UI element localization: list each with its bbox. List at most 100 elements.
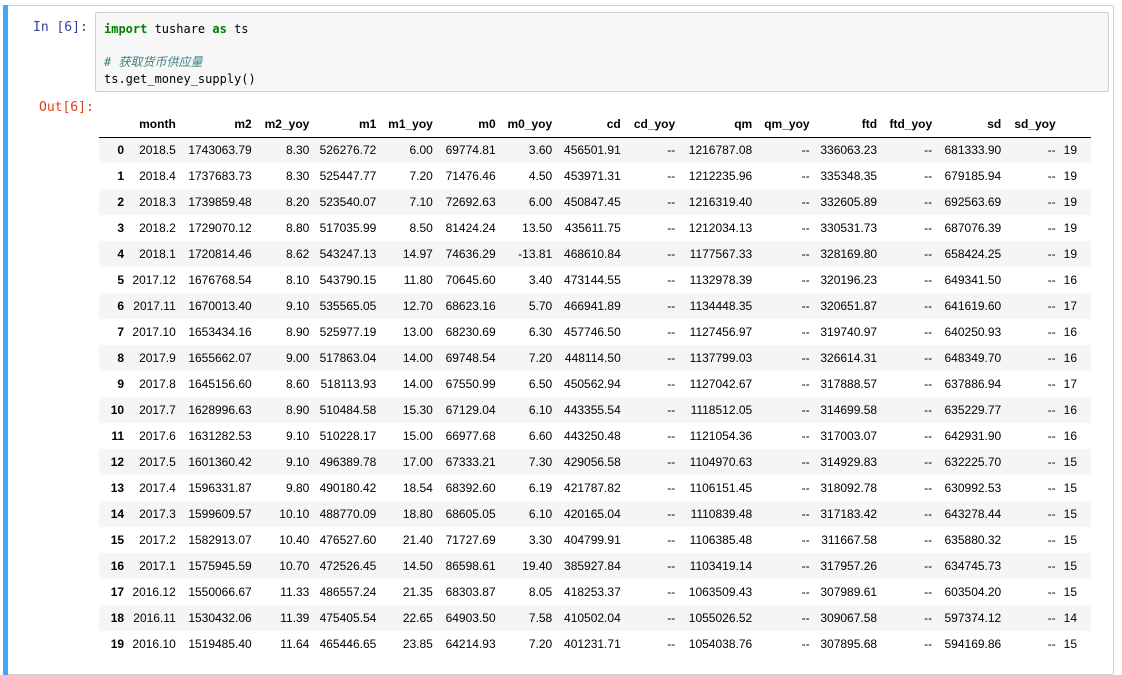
- table-cell: 319740.97: [820, 325, 878, 339]
- table-cell: --: [801, 195, 810, 209]
- table-cell: 330531.73: [820, 221, 878, 235]
- table-cell: 523540.07: [319, 195, 377, 209]
- table-cell: 6.10: [528, 507, 553, 521]
- code-editor[interactable]: import tushare as ts # 获取货币供应量 ts.get_mo…: [95, 12, 1109, 92]
- table-cell: 1655662.07: [188, 351, 252, 365]
- cell-selection-bar: [3, 5, 8, 675]
- table-cell: 10.40: [279, 533, 310, 547]
- code-alias: ts: [226, 22, 249, 36]
- table-cell: --: [924, 585, 933, 599]
- table-cell: 16: [1063, 403, 1078, 417]
- table-cell: 16: [1063, 325, 1078, 339]
- table-cell: --: [801, 507, 810, 521]
- table-cell: 635880.32: [944, 533, 1002, 547]
- table-cell: --: [801, 559, 810, 573]
- table-cell: 1628996.63: [188, 403, 252, 417]
- row-index: 0: [117, 143, 125, 158]
- table-cell: 526276.72: [319, 143, 377, 158]
- table-cell: --: [667, 507, 676, 521]
- table-cell: 1121054.36: [689, 429, 753, 443]
- table-cell: --: [924, 195, 933, 209]
- table-cell: 2016.11: [133, 611, 176, 625]
- table-cell: 518113.93: [320, 377, 377, 391]
- column-header: month: [128, 111, 180, 138]
- table-cell: 5.70: [528, 299, 553, 313]
- table-row: 14 2017.3 1599609.57 10.10 488770.09 18.80 686…: [99, 501, 1091, 527]
- table-cell: 1599609.57: [188, 507, 252, 521]
- table-cell: 15: [1063, 585, 1078, 599]
- table-cell: 68230.69: [445, 325, 496, 339]
- table-cell: 68303.87: [445, 585, 496, 599]
- code-parens: (): [241, 72, 256, 86]
- row-index: 6: [117, 299, 125, 313]
- code-line-import: import tushare as ts: [104, 22, 249, 36]
- column-header: m2: [179, 111, 256, 138]
- table-cell: 21.35: [402, 585, 433, 599]
- table-cell: 2016.10: [132, 637, 176, 651]
- table-cell: 16: [1063, 429, 1078, 443]
- table-cell: --: [667, 377, 676, 391]
- table-cell: 453971.31: [564, 169, 621, 183]
- table-cell: 16: [1063, 273, 1078, 287]
- table-cell: 401231.71: [564, 637, 621, 651]
- table-cell: 681333.90: [944, 143, 1002, 158]
- table-cell: 314699.58: [820, 403, 878, 417]
- table-cell: 410502.04: [564, 611, 621, 625]
- table-cell: 1216787.08: [688, 143, 753, 158]
- table-cell: 1127456.97: [689, 325, 753, 339]
- table-cell: --: [667, 455, 676, 469]
- table-row: 18 2016.11 1530432.06 11.39 475405.54 22.65 64…: [99, 605, 1091, 631]
- table-cell: --: [667, 585, 676, 599]
- output-area[interactable]: month m2 m2_yoy m1 m1_yoy m0 m0_yoy cd cd_yoy qm q…: [99, 111, 1091, 671]
- table-cell: 8.30: [285, 143, 310, 158]
- table-cell: 9.00: [285, 351, 310, 365]
- column-header: ftd: [813, 111, 882, 138]
- code-module: tushare: [147, 22, 213, 36]
- table-cell: 9.10: [285, 455, 310, 469]
- table-cell: --: [1047, 377, 1056, 391]
- table-cell: 19: [1063, 247, 1078, 261]
- table-cell: 488770.09: [319, 507, 377, 521]
- table-cell: 435611.75: [564, 221, 621, 235]
- table-cell: 13.50: [522, 221, 553, 235]
- table-cell: 1103419.14: [689, 559, 753, 573]
- code-call: ts.get_money_supply: [104, 72, 242, 86]
- table-cell: 404799.91: [564, 533, 621, 547]
- table-cell: 67129.04: [445, 403, 496, 417]
- column-header: qm_yoy: [756, 111, 814, 138]
- table-cell: 2017.1: [139, 559, 176, 573]
- table-cell: 2017.4: [139, 481, 176, 495]
- table-cell: --: [801, 325, 810, 339]
- table-cell: 450562.94: [564, 377, 621, 391]
- table-cell: --: [924, 377, 933, 391]
- table-cell: --: [924, 611, 933, 625]
- column-header: m0_yoy: [499, 111, 557, 138]
- column-header: cd: [556, 111, 625, 138]
- column-header: m1: [313, 111, 381, 138]
- table-cell: 6.60: [528, 429, 553, 443]
- table-cell: 3.30: [528, 533, 553, 547]
- table-cell: 2016.12: [132, 585, 176, 599]
- table-cell: 7.20: [528, 351, 553, 365]
- table-cell: 67550.99: [445, 377, 496, 391]
- table-cell: --: [667, 429, 676, 443]
- table-cell: 1216319.40: [688, 195, 753, 209]
- table-cell: 9.10: [285, 299, 310, 313]
- table-cell: 14.50: [402, 559, 433, 573]
- table-cell: 2018.3: [139, 195, 176, 209]
- table-cell: 1063509.43: [688, 585, 753, 599]
- table-cell: --: [1047, 585, 1056, 599]
- table-cell: 69774.81: [445, 143, 496, 158]
- table-cell: 309067.58: [820, 611, 878, 625]
- table-cell: 336063.23: [820, 143, 878, 158]
- table-cell: 2017.12: [132, 273, 176, 287]
- row-index: 19: [110, 637, 125, 651]
- table-row: 5 2017.12 1676768.54 8.10 543790.15 11.80 7064…: [99, 267, 1091, 293]
- table-cell: 1720814.46: [188, 247, 252, 261]
- table-row: 12 2017.5 1601360.42 9.10 496389.78 17.00 6733…: [99, 449, 1091, 475]
- table-cell: 17: [1063, 299, 1078, 313]
- table-cell: 11.33: [280, 585, 310, 599]
- table-cell: 15: [1063, 481, 1078, 495]
- table-cell: 476527.60: [319, 533, 377, 547]
- table-cell: 658424.25: [944, 247, 1002, 261]
